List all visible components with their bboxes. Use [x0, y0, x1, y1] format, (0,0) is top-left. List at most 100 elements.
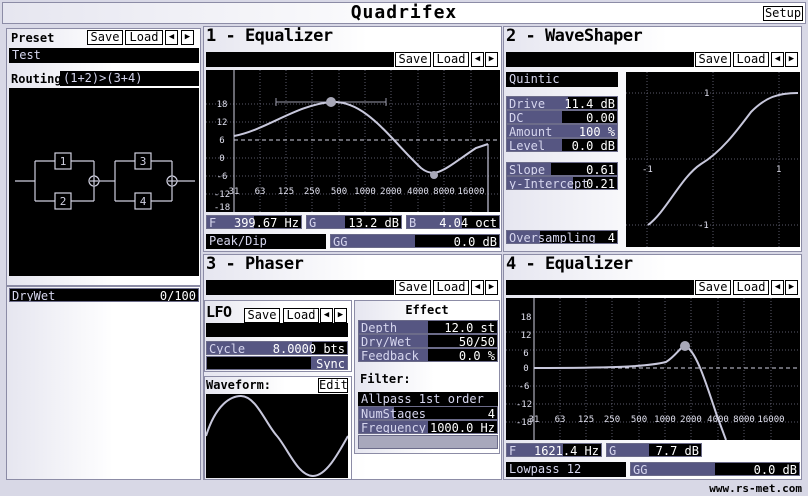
eq1-bandwidth-slider[interactable]: B 4.04 oct [406, 215, 500, 229]
eq4-mode-select[interactable]: Lowpass 12 [506, 462, 626, 477]
eq4-gain-slider[interactable]: G 7.7 dB [606, 443, 702, 457]
lfo-preset-field[interactable] [206, 323, 348, 337]
arrow-left-icon: ◀ [774, 282, 781, 292]
lfo-sync-button[interactable]: Sync [206, 356, 348, 370]
drywet-slider[interactable]: DryWet 0/100 [9, 288, 199, 302]
svg-text:-12: -12 [516, 400, 532, 410]
svg-text:1000: 1000 [654, 415, 676, 425]
svg-text:-6: -6 [519, 382, 530, 392]
preset-save-button[interactable]: Save [87, 30, 123, 45]
waveshaper-title: 2 - WaveShaper [506, 26, 643, 46]
effect-depth-slider[interactable]: Depth 12.0 st [358, 320, 498, 334]
waveshaper-slope-slider[interactable]: Slope 0.61 [506, 162, 618, 176]
routing-graph: 1 2 3 4 [15, 152, 195, 210]
eq4-load-button[interactable]: Load [733, 280, 769, 295]
waveshaper-drive-slider[interactable]: Drive 11.4 dB [506, 96, 618, 110]
svg-text:2000: 2000 [680, 415, 702, 425]
waveform-plot[interactable] [205, 394, 349, 478]
effect-feedback-slider[interactable]: Feedback 0.0 % [358, 348, 498, 362]
eq1-response-plot[interactable]: 18 12 6 0 -6 -12 -18 31 63 125 250 500 1… [206, 70, 500, 213]
eq4-title: 4 - Equalizer [506, 254, 633, 274]
setup-button[interactable]: Setup [763, 6, 803, 21]
effect-drywet-slider[interactable]: Dry/Wet 50/50 [358, 334, 498, 348]
eq4-response-plot[interactable]: 18 12 6 0 -6 -12 -18 31 63 125 250 500 1… [506, 298, 800, 441]
waveshaper-level-slider[interactable]: Level 0.0 dB [506, 138, 618, 152]
arrow-right-icon: ▶ [788, 282, 795, 292]
slot-2-label: 2 [60, 195, 67, 208]
eq4-save-button[interactable]: Save [695, 280, 731, 295]
svg-text:-1: -1 [642, 165, 653, 175]
waveshaper-intercept-slider[interactable]: y-Intercept 0.21 [506, 176, 618, 190]
phaser-prev-button[interactable]: ◀ [471, 280, 484, 295]
waveshaper-oversampling-slider[interactable]: Oversampling 4 [506, 230, 618, 244]
eq1-prev-button[interactable]: ◀ [471, 52, 484, 67]
waveshaper-curve-select[interactable]: Quintic [506, 72, 618, 87]
arrow-left-icon: ◀ [774, 54, 781, 64]
eq4-next-button[interactable]: ▶ [785, 280, 798, 295]
svg-text:63: 63 [555, 415, 566, 425]
waveshaper-next-button[interactable]: ▶ [785, 52, 798, 67]
waveshaper-amount-slider[interactable]: Amount 100 % [506, 124, 618, 138]
eq1-mode-select[interactable]: Peak/Dip [206, 234, 326, 249]
drywet-value: 0/100 [159, 289, 196, 302]
eq4-prev-button[interactable]: ◀ [771, 280, 784, 295]
svg-text:500: 500 [331, 187, 347, 197]
filter-numstages-slider[interactable]: NumStages 4 [358, 406, 498, 420]
svg-text:16000: 16000 [457, 187, 484, 197]
svg-text:4000: 4000 [407, 187, 429, 197]
preset-prev-button[interactable]: ◀ [165, 30, 178, 45]
lfo-next-button[interactable]: ▶ [334, 308, 347, 323]
lfo-cycle-slider[interactable]: Cycle 8.0000 bts [206, 341, 348, 355]
filter-label: Filter: [360, 372, 411, 386]
eq1-gain-slider[interactable]: G 13.2 dB [306, 215, 402, 229]
filter-type-select[interactable]: Allpass 1st order [358, 392, 498, 407]
phaser-save-button[interactable]: Save [395, 280, 431, 295]
eq1-load-button[interactable]: Load [433, 52, 469, 67]
arrow-right-icon: ▶ [488, 282, 495, 292]
preset-name-field[interactable]: Test [9, 48, 199, 63]
waveshaper-preset-field[interactable] [506, 52, 694, 67]
waveshaper-graph: 1 -1 -1 1 [626, 72, 800, 247]
eq4-freq-slider[interactable]: F 1621.4 Hz [506, 443, 602, 457]
routing-select[interactable]: (1+2)>(3+4) [60, 71, 199, 86]
footer-url[interactable]: www.rs-met.com [709, 482, 802, 495]
preset-label: Preset [11, 31, 55, 45]
svg-text:-1: -1 [698, 221, 709, 231]
eq1-save-button[interactable]: Save [395, 52, 431, 67]
waveshaper-prev-button[interactable]: ◀ [771, 52, 784, 67]
svg-text:0: 0 [219, 154, 224, 164]
lfo-prev-button[interactable]: ◀ [320, 308, 333, 323]
waveshaper-load-button[interactable]: Load [733, 52, 769, 67]
eq4-gg-slider[interactable]: GG 0.0 dB [630, 462, 800, 476]
eq1-gg-slider[interactable]: GG 0.0 dB [330, 234, 500, 248]
phaser-preset-field[interactable] [206, 280, 394, 295]
phaser-load-button[interactable]: Load [433, 280, 469, 295]
filter-frequency-slider[interactable]: Frequency 1000.0 Hz [358, 420, 498, 434]
waveform-label: Waveform: [206, 378, 272, 392]
lfo-load-button[interactable]: Load [283, 308, 319, 323]
waveform-edit-button[interactable]: Edit [318, 378, 348, 393]
preset-next-button[interactable]: ▶ [181, 30, 194, 45]
arrow-right-icon: ▶ [488, 54, 495, 64]
eq1-next-button[interactable]: ▶ [485, 52, 498, 67]
waveshaper-save-button[interactable]: Save [695, 52, 731, 67]
svg-text:125: 125 [578, 415, 594, 425]
phaser-next-button[interactable]: ▶ [485, 280, 498, 295]
svg-text:250: 250 [304, 187, 320, 197]
routing-diagram[interactable]: 1 2 3 4 [9, 88, 199, 276]
eq1-preset-field[interactable] [206, 52, 394, 67]
eq4-preset-field[interactable] [506, 280, 694, 295]
eq1-freq-slider[interactable]: F 399.67 Hz [206, 215, 302, 229]
svg-text:18: 18 [521, 313, 532, 323]
drywet-panel [6, 286, 201, 480]
lfo-save-button[interactable]: Save [244, 308, 280, 323]
waveshaper-transfer-plot[interactable]: 1 -1 -1 1 [626, 72, 800, 247]
preset-load-button[interactable]: Load [125, 30, 163, 45]
filter-extra-slider[interactable] [358, 435, 498, 449]
svg-text:8000: 8000 [433, 187, 455, 197]
phaser-title: 3 - Phaser [206, 254, 304, 274]
waveshaper-dc-slider[interactable]: DC 0.00 [506, 110, 618, 124]
drywet-label: DryWet [12, 289, 56, 302]
svg-text:2000: 2000 [380, 187, 402, 197]
svg-text:250: 250 [604, 415, 620, 425]
